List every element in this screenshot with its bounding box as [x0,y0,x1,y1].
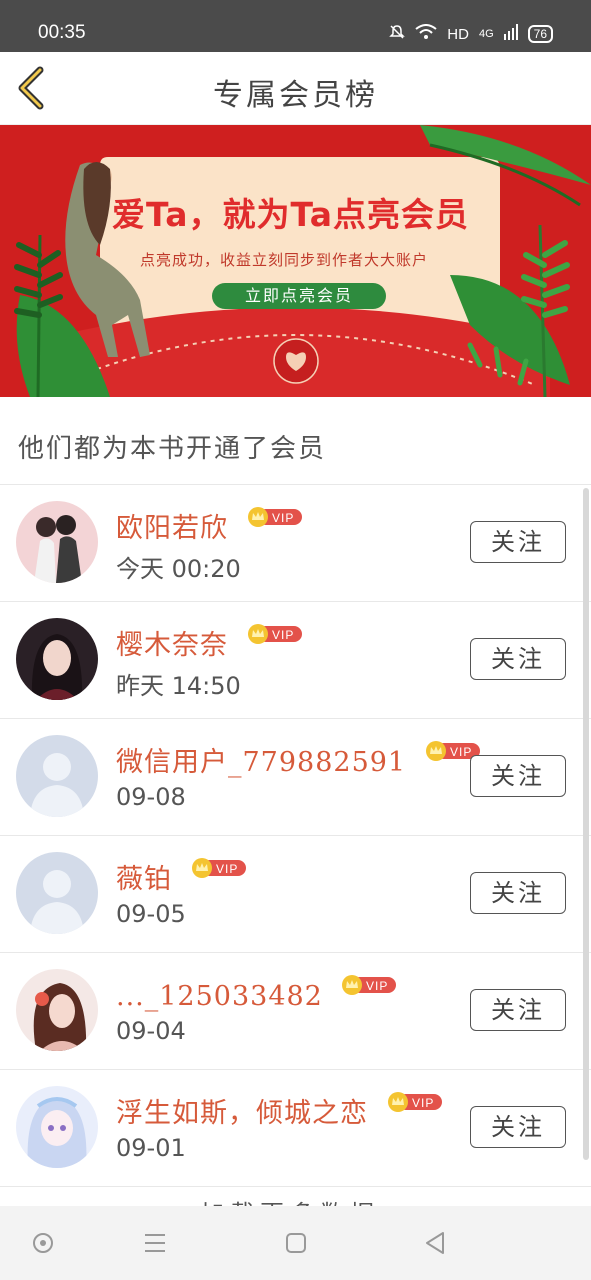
follow-button[interactable]: 关注 [470,989,566,1031]
vip-badge: VIP [387,1088,442,1119]
load-more-text: 加载更多数据... [0,1184,591,1206]
vip-badge: VIP [247,620,302,651]
light-up-membership-button[interactable]: 立即点亮会员 [212,283,386,309]
banner-headline: 爱Ta，就为Ta点亮会员 [112,195,470,234]
member-date: 昨天 14:50 [116,672,241,700]
member-name: 薇铂 VIP [116,854,246,896]
mute-icon [389,24,406,44]
member-date: 今天 00:20 [116,555,241,583]
member-name: 樱木奈奈 VIP [116,620,302,662]
system-nav-bar [0,1206,591,1280]
list-item[interactable]: 樱木奈奈 VIP 昨天 14:50 关注 [0,602,591,719]
app-header: 专属会员榜 [0,52,591,125]
follow-button[interactable]: 关注 [470,638,566,680]
avatar[interactable] [16,1086,98,1168]
follow-button[interactable]: 关注 [470,1106,566,1148]
follow-button[interactable]: 关注 [470,521,566,563]
member-date: 09-04 [116,1017,186,1045]
member-list: 欧阳若欣 VIP 今天 00:20 关注 樱木奈奈 VIP 昨天 14:50 关… [0,485,591,1187]
status-icons: HD 4G 76 [389,24,553,44]
svg-text:VIP: VIP [412,1096,434,1110]
back-nav-button[interactable] [422,1230,448,1256]
member-date: 09-01 [116,1134,186,1162]
svg-text:VIP: VIP [216,862,238,876]
member-date: 09-05 [116,900,186,928]
page-title: 专属会员榜 [213,78,378,113]
vip-badge: VIP [191,854,246,885]
signal-label: 4G [478,27,494,40]
banner-subtitle: 点亮成功，收益立刻同步到作者大大账户 [140,251,429,269]
member-name: 微信用户_779882591 VIP [116,737,480,779]
scrollbar[interactable] [583,488,589,1160]
section-title: 他们都为本书开通了会员 [18,434,327,464]
menu-button[interactable] [142,1230,168,1256]
wifi-icon [415,24,437,44]
follow-button[interactable]: 关注 [470,872,566,914]
svg-text:VIP: VIP [450,745,472,759]
avatar[interactable] [16,618,98,700]
square-icon [286,1233,306,1253]
list-item[interactable]: ..._125033482 VIP 09-04 关注 [0,953,591,1070]
follow-button[interactable]: 关注 [470,755,566,797]
assistant-button[interactable] [30,1230,56,1256]
status-time: 00:35 [38,22,86,43]
svg-text:VIP: VIP [272,628,294,642]
vip-badge: VIP [247,503,302,534]
svg-text:VIP: VIP [366,979,388,993]
member-date: 09-08 [116,783,186,811]
list-item[interactable]: 浮生如斯，倾城之恋 VIP 09-01 关注 [0,1070,591,1187]
menu-icon [145,1234,165,1252]
avatar[interactable] [16,501,98,583]
list-item[interactable]: 欧阳若欣 VIP 今天 00:20 关注 [0,485,591,602]
svg-text:VIP: VIP [272,511,294,525]
promo-banner[interactable]: 爱Ta，就为Ta点亮会员 点亮成功，收益立刻同步到作者大大账户 立即点亮会员 [0,125,591,397]
home-button[interactable] [283,1230,309,1256]
status-bar: 00:35 HD 4G 76 [0,0,591,52]
default-avatar-icon[interactable] [16,852,98,934]
list-item[interactable]: 薇铂 VIP 09-05 关注 [0,836,591,953]
member-name: 浮生如斯，倾城之恋 VIP [116,1088,442,1130]
default-avatar-icon[interactable] [16,735,98,817]
network-label: HD [447,25,469,43]
circle-dot-icon [33,1233,53,1253]
avatar[interactable] [16,969,98,1051]
vip-badge: VIP [342,971,397,1002]
member-name: 欧阳若欣 VIP [116,503,302,545]
list-item[interactable]: 微信用户_779882591 VIP 09-08 关注 [0,719,591,836]
member-name: ..._125033482 VIP [116,971,397,1012]
battery-icon: 76 [527,25,553,43]
signal-icon [503,24,518,44]
triangle-back-icon [426,1232,444,1254]
